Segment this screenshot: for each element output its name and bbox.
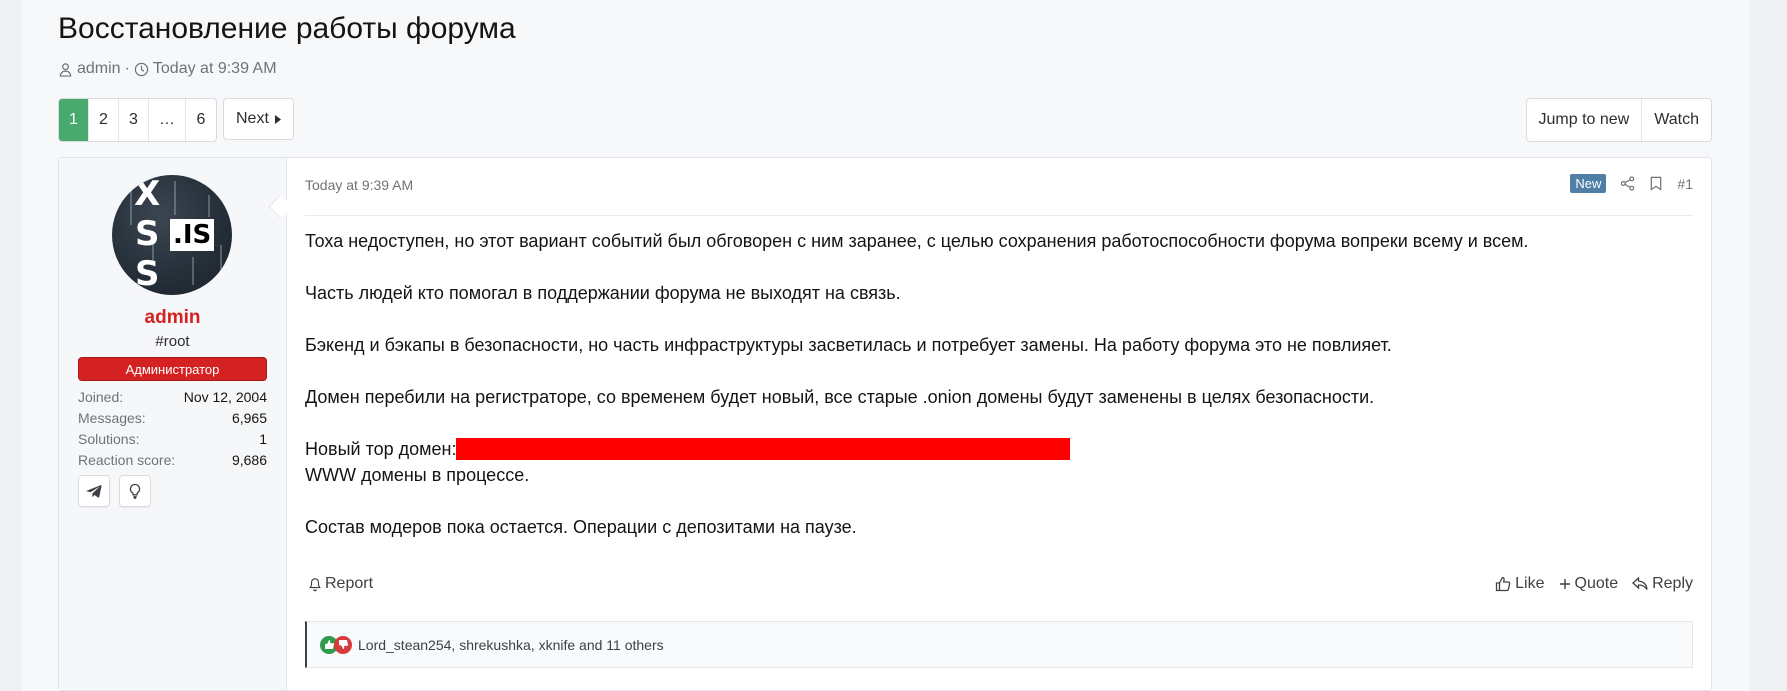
quote-button[interactable]: Quote: [1559, 575, 1619, 593]
avatar-rain-line: [208, 195, 210, 217]
dislike-reaction-icon: [334, 635, 352, 654]
post-paragraph: Домен перебили на регистраторе, со време…: [305, 387, 1375, 407]
page-link-3[interactable]: 3: [119, 99, 149, 141]
user-stat-row: Joined: Nov 12, 2004: [78, 386, 267, 407]
post-paragraph: Бэкенд и бэкапы в безопасности, но часть…: [305, 335, 1392, 355]
page-skip-ellipsis[interactable]: …: [149, 99, 186, 141]
user-title: #root: [155, 333, 190, 350]
avatar-rain-line: [220, 245, 222, 275]
post-tools: New #1: [1570, 174, 1693, 193]
next-page-label: Next: [236, 110, 269, 127]
user-stat-row: Reaction score: 9,686: [78, 449, 267, 470]
post-body: Тоха недоступен, но этот вариант событий…: [305, 228, 1693, 566]
user-role-banner: Администратор: [78, 357, 267, 381]
thread-date-link[interactable]: Today at 9:39 AM: [153, 60, 277, 78]
stat-label: Messages:: [78, 409, 146, 426]
bookmark-icon[interactable]: [1649, 176, 1663, 191]
user-stats: Joined: Nov 12, 2004 Messages: 6,965 Sol…: [78, 386, 267, 470]
tor-domain-label: Новый тор домен:: [305, 439, 457, 459]
post-paragraph: Часть людей кто помогал в поддержании фо…: [305, 283, 901, 303]
lightbulb-icon: [129, 483, 141, 499]
jump-to-new-button[interactable]: Jump to new: [1527, 99, 1643, 141]
page-link-6[interactable]: 6: [186, 99, 216, 141]
stat-value: Nov 12, 2004: [183, 388, 267, 405]
avatar-letter: S: [135, 214, 160, 254]
share-icon[interactable]: [1620, 176, 1635, 191]
www-domain-line: WWW домены в процессе.: [305, 465, 530, 485]
avatar-rain-line: [174, 181, 176, 215]
avatar-rain-line: [192, 257, 194, 285]
sidebar-arrow: [268, 194, 293, 219]
post-date-link[interactable]: Today at 9:39 AM: [305, 177, 413, 193]
post-content: Today at 9:39 AM New #1 Тоха недоступен,…: [305, 158, 1693, 690]
post-actions: Report Like Quote Reply: [305, 575, 1693, 599]
caret-right-icon: [274, 114, 281, 124]
thread-actions: Jump to new Watch: [1525, 98, 1712, 142]
next-page-button[interactable]: Next: [223, 98, 294, 140]
stat-value[interactable]: 6,965: [232, 410, 267, 426]
page-link-1[interactable]: 1: [59, 99, 89, 141]
report-label: Report: [325, 575, 374, 592]
reactions-users[interactable]: Lord_stean254, shrekushka, xknife and 11…: [358, 637, 664, 653]
thumbs-up-icon: [1495, 576, 1511, 592]
page-list: 1 2 3 … 6: [58, 98, 217, 142]
reply-label: Reply: [1652, 575, 1693, 592]
stat-label: Joined:: [78, 388, 124, 405]
thread-author-link[interactable]: admin: [77, 60, 121, 78]
post-paragraph: Состав модеров пока остается. Операции с…: [305, 517, 857, 537]
plus-icon: [1559, 579, 1570, 589]
user-sidebar: X S S .IS admin #root Администратор Join…: [59, 158, 293, 690]
avatar-letter: S: [135, 254, 160, 294]
bell-icon: [309, 577, 321, 591]
report-button[interactable]: Report: [308, 575, 373, 593]
reply-button[interactable]: Reply: [1632, 575, 1693, 593]
lightbulb-button[interactable]: [119, 475, 151, 507]
page-link-2[interactable]: 2: [89, 99, 119, 141]
thread-title: Восстановление работы форума: [58, 12, 516, 45]
stat-label: Reaction score:: [78, 451, 176, 468]
username-link[interactable]: admin: [59, 307, 286, 329]
new-badge: New: [1570, 174, 1607, 193]
like-label: Like: [1515, 575, 1545, 592]
post-paragraph-domains: Новый тор домен: WWW домены в процессе.: [305, 436, 1693, 488]
pagination: 1 2 3 … 6 Next: [58, 98, 294, 142]
meta-separator: ·: [124, 60, 130, 77]
post-header: Today at 9:39 AM New #1: [305, 158, 1693, 216]
post-number-link[interactable]: #1: [1677, 176, 1693, 192]
quote-label: Quote: [1574, 575, 1619, 592]
user-contacts: [78, 475, 151, 507]
like-button[interactable]: Like: [1495, 575, 1545, 593]
reactions-bar[interactable]: Lord_stean254, shrekushka, xknife and 11…: [305, 621, 1693, 668]
post-paragraph: Тоха недоступен, но этот вариант событий…: [305, 231, 1529, 251]
stat-value: 9,686: [231, 451, 267, 468]
thread-meta: admin · Today at 9:39 AM: [58, 60, 277, 78]
stat-label: Solutions:: [78, 430, 140, 447]
post-actions-right: Like Quote Reply: [1495, 575, 1693, 593]
watch-button[interactable]: Watch: [1642, 99, 1711, 141]
avatar-badge: .IS: [170, 219, 215, 251]
reply-icon: [1632, 577, 1648, 590]
user-stat-row: Solutions: 1: [78, 428, 267, 449]
post-message: X S S .IS admin #root Администратор Join…: [58, 157, 1712, 691]
stat-value[interactable]: 1: [259, 431, 267, 447]
avatar-rain-line: [130, 185, 132, 225]
user-stat-row: Messages: 6,965: [78, 407, 267, 428]
user-icon: [59, 62, 72, 77]
redacted-domain: [456, 438, 1071, 461]
avatar[interactable]: X S S .IS: [112, 175, 232, 295]
page-container: Восстановление работы форума admin · Tod…: [22, 0, 1750, 691]
telegram-button[interactable]: [78, 475, 110, 507]
clock-icon: [134, 62, 149, 76]
telegram-icon: [86, 485, 102, 498]
avatar-letter: X: [134, 175, 161, 214]
